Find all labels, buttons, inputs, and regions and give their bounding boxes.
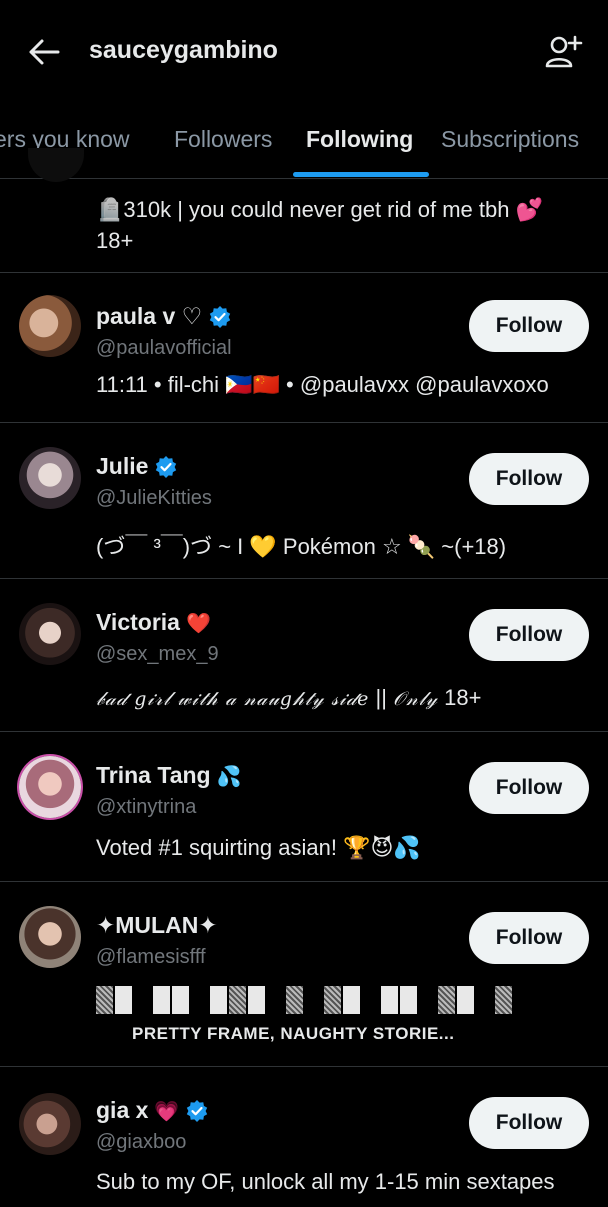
bio-age: 18+ (438, 685, 482, 710)
user-name: Trina Tang 💦 (96, 762, 242, 789)
follow-button[interactable]: Follow (469, 912, 589, 964)
pixelated-censored-text (96, 986, 512, 1014)
list-item[interactable]: Victoria ❤️ @sex_mex_9 𝒷𝒶𝒹 𝑔𝒾𝓇𝓁 𝓌𝒾𝓉𝒽 𝒶 𝓃… (0, 579, 608, 732)
avatar[interactable] (19, 295, 81, 357)
follow-button[interactable]: Follow (469, 453, 589, 505)
follow-button[interactable]: Follow (469, 609, 589, 661)
bio-line: 🪦310k | you could never get rid of me tb… (96, 197, 543, 222)
user-bio: 𝒷𝒶𝒹 𝑔𝒾𝓇𝓁 𝓌𝒾𝓉𝒽 𝒶 𝓃𝒶𝓊𝑔𝒽𝓉𝓎 𝓈𝒾𝒹𝑒 || 𝒪𝓃𝓁𝓎 18+ (96, 685, 596, 711)
user-bio: 🪦310k | you could never get rid of me tb… (96, 194, 596, 256)
verified-badge-icon (187, 1099, 208, 1122)
avatar[interactable] (19, 603, 81, 665)
user-handle[interactable]: @JulieKitties (96, 487, 212, 510)
add-person-button[interactable] (540, 30, 588, 74)
list-item[interactable]: paula v ♡ @paulavofficial 11:11 • fil-ch… (0, 273, 608, 423)
following-list: 🪦310k | you could never get rid of me tb… (0, 148, 608, 1207)
tab-following[interactable]: Following (306, 126, 413, 153)
active-tab-indicator (293, 172, 429, 177)
user-name-text: paula v ♡ (96, 303, 203, 329)
list-item[interactable]: ✦MULAN✦ @flamesisfff PRETTY FRAME, NAUGH… (0, 882, 608, 1067)
user-name-text: Julie (96, 453, 149, 479)
avatar[interactable] (19, 447, 81, 509)
user-handle[interactable]: @paulavofficial (96, 337, 232, 360)
tab-followers[interactable]: Followers (174, 126, 272, 153)
user-name: ✦MULAN✦ (96, 912, 218, 938)
heart-icon: 💗 (154, 1098, 180, 1123)
avatar[interactable] (19, 906, 81, 968)
tab-subscriptions[interactable]: Subscriptions (441, 126, 579, 153)
user-name: paula v ♡ (96, 303, 232, 330)
droplets-icon: 💦 (216, 763, 242, 788)
follow-button[interactable]: Follow (469, 300, 589, 352)
user-handle[interactable]: @sex_mex_9 (96, 643, 219, 666)
user-name: gia x 💗 (96, 1097, 209, 1124)
user-bio: (づ￣ ³￣)づ ~ I 💛 Pokémon ☆ 🍡 ~(+18) (96, 534, 507, 559)
user-name-text: gia x (96, 1097, 149, 1123)
bio-separator: || (369, 685, 394, 710)
heart-icon: ❤️ (185, 610, 211, 635)
user-handle[interactable]: @flamesisfff (96, 946, 206, 969)
user-handle[interactable]: @xtinytrina (96, 796, 196, 819)
add-person-icon (545, 35, 583, 68)
bio-script-text: 𝒪𝓃𝓁𝓎 (393, 688, 439, 710)
avatar[interactable] (19, 756, 81, 818)
user-name: Julie (96, 453, 178, 480)
user-bio: 11:11 • fil-chi 🇵🇭🇨🇳 • @paulavxx @paulav… (96, 372, 549, 397)
bio-caption: PRETTY FRAME, NAUGHTY STORIE... (132, 1024, 455, 1043)
bio-script-text: 𝒷𝒶𝒹 𝑔𝒾𝓇𝓁 𝓌𝒾𝓉𝒽 𝒶 𝓃𝒶𝓊𝑔𝒽𝓉𝓎 𝓈𝒾𝒹𝑒 (96, 688, 370, 710)
list-item[interactable]: Trina Tang 💦 @xtinytrina Voted #1 squirt… (0, 732, 608, 882)
back-button[interactable] (24, 34, 64, 70)
user-handle[interactable]: @giaxboo (96, 1131, 186, 1154)
user-name: Victoria ❤️ (96, 609, 211, 636)
top-bar: sauceygambino (0, 0, 608, 110)
verified-badge-icon (156, 455, 177, 478)
list-item[interactable]: Julie @JulieKitties (づ￣ ³￣)づ ~ I 💛 Pokém… (0, 423, 608, 579)
arrow-left-icon (29, 39, 60, 65)
bio-line: 18+ (96, 228, 134, 253)
list-item[interactable]: gia x 💗 @giaxboo Sub to my OF, unlock al… (0, 1067, 608, 1207)
avatar[interactable] (19, 1093, 81, 1155)
user-bio: Sub to my OF, unlock all my 1-15 min sex… (96, 1169, 555, 1194)
user-name-text: Trina Tang (96, 762, 211, 788)
list-item[interactable]: 🪦310k | you could never get rid of me tb… (0, 148, 608, 273)
connections-tabs: ers you know Followers Following Subscri… (0, 110, 608, 179)
follow-button[interactable]: Follow (469, 762, 589, 814)
user-name-text: Victoria (96, 609, 180, 635)
profile-username: sauceygambino (89, 36, 278, 64)
user-bio: Voted #1 squirting asian! 🏆😈💦 (96, 835, 421, 860)
verified-badge-icon (210, 305, 231, 328)
follow-button[interactable]: Follow (469, 1097, 589, 1149)
